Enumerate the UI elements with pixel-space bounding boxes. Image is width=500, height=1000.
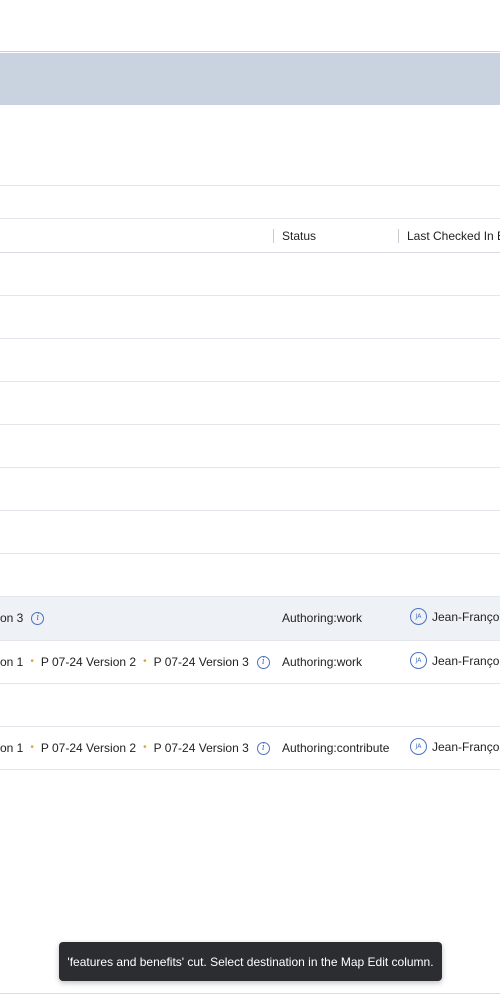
- user-name: Jean-François: [432, 609, 500, 624]
- table-row[interactable]: [0, 253, 500, 296]
- version-link[interactable]: on 3: [0, 611, 23, 625]
- version-link[interactable]: P 07-24 Version 2: [41, 655, 136, 669]
- title-cell: on 1 • P 07-24 Version 2 • P 07-24 Versi…: [0, 655, 270, 669]
- table-header: Status Last Checked In By: [0, 219, 500, 253]
- user-name: Jean-François: [432, 653, 500, 668]
- toast-message: 'features and benefits' cut. Select dest…: [67, 954, 434, 969]
- info-icon[interactable]: i: [256, 741, 270, 755]
- status-cell: Authoring:contribute: [282, 741, 390, 755]
- separator-dot: •: [143, 742, 147, 753]
- user-cell: JA Jean-François: [410, 738, 500, 755]
- status-cell: Authoring:work: [282, 611, 363, 625]
- title-cell: on 1 • P 07-24 Version 2 • P 07-24 Versi…: [0, 741, 270, 755]
- avatar: JA: [410, 652, 427, 669]
- table-row[interactable]: [0, 339, 500, 382]
- version-link[interactable]: P 07-24 Version 3: [154, 655, 249, 669]
- toolbar-band: [0, 53, 500, 105]
- filter-row: [0, 185, 500, 219]
- table-row[interactable]: [0, 425, 500, 468]
- user-cell: JA Jean-François: [410, 608, 500, 625]
- avatar: JA: [410, 738, 427, 755]
- column-header-status[interactable]: Status: [282, 229, 316, 243]
- version-link[interactable]: P 07-24 Version 2: [41, 741, 136, 755]
- info-icon[interactable]: i: [31, 611, 45, 625]
- version-link[interactable]: on 1: [0, 655, 23, 669]
- separator-dot: •: [30, 656, 34, 667]
- snackbar-toast: 'features and benefits' cut. Select dest…: [59, 942, 442, 981]
- table-row[interactable]: [0, 382, 500, 425]
- version-link[interactable]: P 07-24 Version 3: [154, 741, 249, 755]
- table-row[interactable]: on 1 • P 07-24 Version 2 • P 07-24 Versi…: [0, 641, 500, 684]
- version-link[interactable]: on 1: [0, 741, 23, 755]
- table-row[interactable]: [0, 296, 500, 339]
- table-row[interactable]: [0, 554, 500, 597]
- column-header-last-checked-in-by[interactable]: Last Checked In By: [407, 229, 500, 243]
- column-resize-handle[interactable]: [273, 229, 274, 243]
- table-row[interactable]: [0, 468, 500, 511]
- divider: [0, 993, 500, 994]
- user-name: Jean-François: [432, 739, 500, 754]
- top-bar: [0, 0, 500, 52]
- table-row[interactable]: on 3 i Authoring:work JA Jean-François: [0, 597, 500, 641]
- column-resize-handle[interactable]: [398, 229, 399, 243]
- user-cell: JA Jean-François: [410, 652, 500, 669]
- avatar: JA: [410, 608, 427, 625]
- table-row[interactable]: on 1 • P 07-24 Version 2 • P 07-24 Versi…: [0, 727, 500, 770]
- status-cell: Authoring:work: [282, 655, 363, 669]
- info-icon[interactable]: i: [256, 655, 270, 669]
- title-cell: on 3 i: [0, 611, 45, 625]
- separator-dot: •: [30, 742, 34, 753]
- table-row[interactable]: [0, 511, 500, 554]
- table-row[interactable]: [0, 684, 500, 727]
- separator-dot: •: [143, 656, 147, 667]
